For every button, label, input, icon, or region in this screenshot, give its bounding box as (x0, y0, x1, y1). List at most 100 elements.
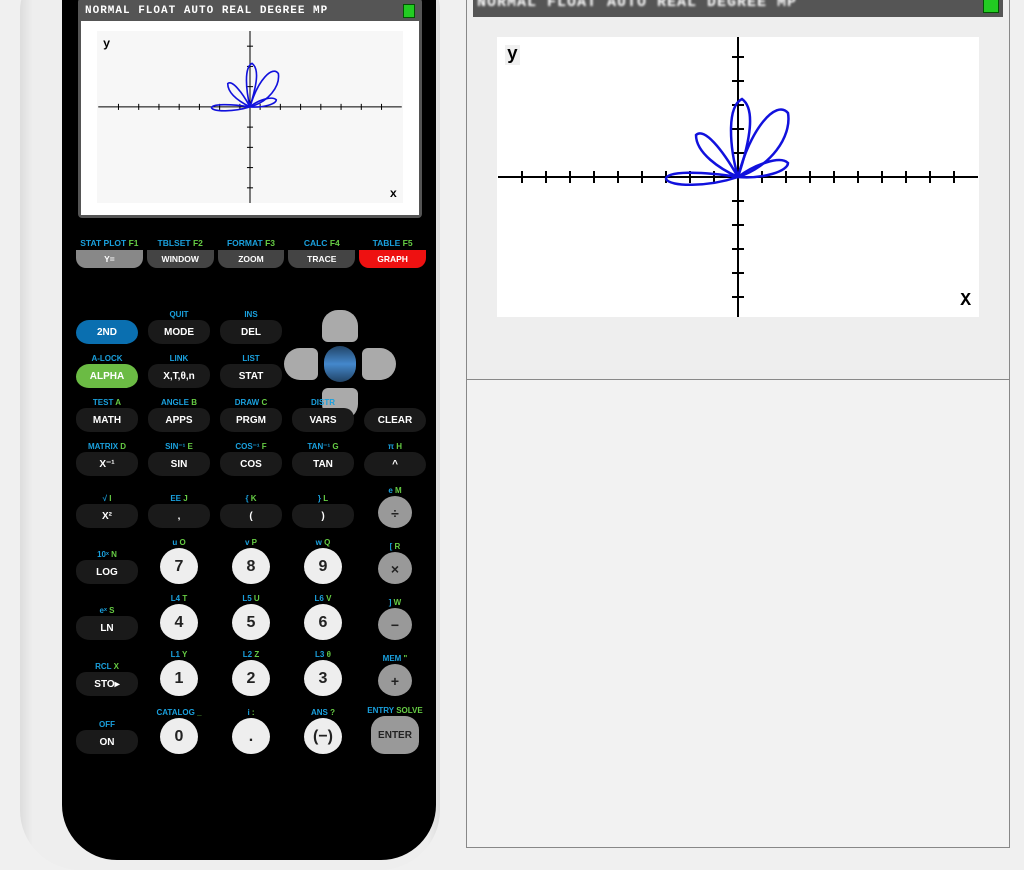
key-prgm-button[interactable]: PRGM (220, 408, 282, 434)
key-top-label (76, 310, 138, 320)
key-x-t-n-button[interactable]: X,T,θ,n (148, 364, 210, 390)
key-4-button[interactable]: 4 (160, 604, 198, 642)
key---button[interactable]: − (378, 608, 412, 642)
fn-zoom-button[interactable]: ZOOM (218, 250, 285, 268)
graph-large: y X (497, 37, 979, 317)
enlarged-screen-panel: NORMAL FLOAT AUTO REAL DEGREE MP y X (466, 0, 1010, 380)
key-0-button[interactable]: 0 (160, 718, 198, 756)
key-on-button[interactable]: ON (76, 730, 138, 756)
key-tan-button[interactable]: TAN (292, 452, 354, 478)
fn-y=-button[interactable]: Y= (76, 250, 143, 268)
key-top-label: OFF (76, 720, 138, 730)
key-top-label: { K (220, 494, 282, 504)
key---button[interactable]: ( (220, 504, 282, 530)
key-top-label: ANS ? (292, 708, 354, 718)
key-top-label: MEM " (364, 654, 426, 664)
key-top-label: w Q (292, 538, 354, 548)
x-axis-label: X (960, 291, 971, 311)
key-top-label: SIN⁻¹ E (148, 442, 210, 452)
key-cos-button[interactable]: COS (220, 452, 282, 478)
x-axis-label: x (390, 187, 397, 201)
fn-window-button[interactable]: WINDOW (147, 250, 214, 268)
fn-graph-button[interactable]: GRAPH (359, 250, 426, 268)
key-8-button[interactable]: 8 (232, 548, 270, 586)
key-sin-button[interactable]: SIN (148, 452, 210, 478)
key-9-button[interactable]: 9 (304, 548, 342, 586)
key-5-button[interactable]: 5 (232, 604, 270, 642)
key-top-label: u O (148, 538, 210, 548)
key-top-label: L1 Y (148, 650, 210, 660)
key-top-label: RCL X (76, 662, 138, 672)
key-enter-button[interactable]: ENTER (371, 716, 419, 756)
key---button[interactable]: , (148, 504, 210, 530)
key-stat-button[interactable]: STAT (220, 364, 282, 390)
key-top-label: [ R (364, 542, 426, 552)
key-sto--button[interactable]: STO▸ (76, 672, 138, 698)
key-top-label: ] W (364, 598, 426, 608)
key-top-label: MATRIX D (76, 442, 138, 452)
key-6-button[interactable]: 6 (304, 604, 342, 642)
key-top-label: 10ˣ N (76, 550, 138, 560)
key-top-label: i : (220, 708, 282, 718)
key-top-label: A-LOCK (76, 354, 138, 364)
key-top-label: v P (220, 538, 282, 548)
key-top-label: √ I (76, 494, 138, 504)
key-del-button[interactable]: DEL (220, 320, 282, 346)
key-math-button[interactable]: MATH (76, 408, 138, 434)
key---button[interactable]: . (232, 718, 270, 756)
key-vars-button[interactable]: VARS (292, 408, 354, 434)
key-top-label: QUIT (148, 310, 210, 320)
key-2-button[interactable]: 2 (232, 660, 270, 698)
key---button[interactable]: ^ (364, 452, 426, 478)
key-top-label: e M (364, 486, 426, 496)
keypad: 2ND QUIT MODE INS DEL A-LOCK ALPHA LINK X,T,… (76, 310, 426, 764)
key---button[interactable]: + (378, 664, 412, 698)
status-bar-large: NORMAL FLOAT AUTO REAL DEGREE MP (473, 0, 1003, 17)
key---button[interactable]: (−) (304, 718, 342, 756)
graph-plot-icon (497, 37, 979, 317)
calculator-shell: TEXAS INSTRUMENTS NORMAL FLOAT AUTO REAL… (20, 0, 440, 870)
key-top-label: CATALOG _ (148, 708, 210, 718)
graph-small: y x (97, 31, 403, 203)
key-top-label: EE J (148, 494, 210, 504)
key-7-button[interactable]: 7 (160, 548, 198, 586)
key-x--button[interactable]: X² (76, 504, 138, 530)
key-ln-button[interactable]: LN (76, 616, 138, 642)
key-top-label: ANGLE B (148, 398, 210, 408)
key-x--button[interactable]: X⁻¹ (76, 452, 138, 478)
key-top-label: L2 Z (220, 650, 282, 660)
key-log-button[interactable]: LOG (76, 560, 138, 586)
key-apps-button[interactable]: APPS (148, 408, 210, 434)
fn-top-label: TABLE F5 (359, 238, 426, 248)
key-top-label: COS⁻¹ F (220, 442, 282, 452)
key-top-label: INS (220, 310, 282, 320)
battery-icon (403, 4, 415, 18)
fn-top-label: FORMAT F3 (218, 238, 285, 248)
status-bar: NORMAL FLOAT AUTO REAL DEGREE MP (81, 1, 419, 21)
key-3-button[interactable]: 3 (304, 660, 342, 698)
key---button[interactable]: ) (292, 504, 354, 530)
key-mode-button[interactable]: MODE (148, 320, 210, 346)
fn-trace-button[interactable]: TRACE (288, 250, 355, 268)
function-key-row: STAT PLOT F1 Y=TBLSET F2 WINDOWFORMAT F3… (76, 238, 426, 268)
key-2nd-button[interactable]: 2ND (76, 320, 138, 346)
key-top-label: L4 T (148, 594, 210, 604)
key-clear-button[interactable]: CLEAR (364, 408, 426, 434)
fn-top-label: CALC F4 (288, 238, 355, 248)
key---button[interactable]: ÷ (378, 496, 412, 530)
key-top-label: TAN⁻¹ G (292, 442, 354, 452)
key---button[interactable]: × (378, 552, 412, 586)
key-top-label: DRAW C (220, 398, 282, 408)
y-axis-label: y (103, 37, 110, 51)
key-alpha-button[interactable]: ALPHA (76, 364, 138, 390)
key-1-button[interactable]: 1 (160, 660, 198, 698)
key-top-label: ENTRY SOLVE (364, 706, 426, 716)
key-top-label: L6 V (292, 594, 354, 604)
key-top-label: LINK (148, 354, 210, 364)
key-top-label: L3 θ (292, 650, 354, 660)
key-top-label: LIST (220, 354, 282, 364)
battery-icon (983, 0, 999, 13)
key-top-label: DISTR (292, 398, 354, 408)
key-top-label: π H (364, 442, 426, 452)
panel-lower-empty (466, 380, 1010, 848)
